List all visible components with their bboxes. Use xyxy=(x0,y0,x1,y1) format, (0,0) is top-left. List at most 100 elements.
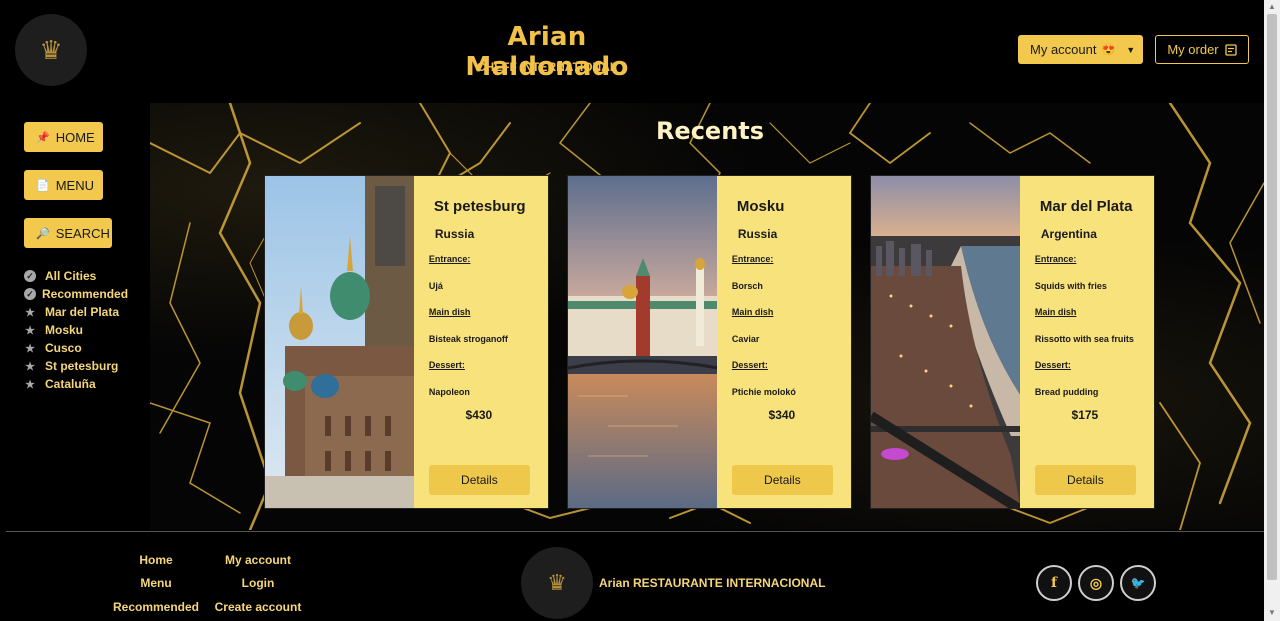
city-filter-label: Mar del Plata xyxy=(45,305,120,319)
dessert-label: Dessert: xyxy=(731,360,768,370)
scrollbar-thumb[interactable] xyxy=(1267,14,1277,580)
card-city-name: Mar del Plata xyxy=(1039,198,1133,215)
recipe-card-info: Mosku Russia Entrance: Borsch Main dish … xyxy=(716,176,851,508)
footer-link-home[interactable]: Home xyxy=(134,553,178,567)
home-button[interactable]: 📌 HOME xyxy=(24,122,103,152)
vertical-scrollbar[interactable]: ▲ ▼ xyxy=(1264,0,1280,621)
site-logo[interactable]: ♛ xyxy=(15,14,87,86)
dessert-value: Ptichie molokó xyxy=(731,387,796,397)
recipe-card-info: Mar del Plata Argentina Entrance: Squids… xyxy=(1019,176,1154,508)
dessert-label: Dessert: xyxy=(1034,360,1071,370)
recents-title: Recents xyxy=(655,117,765,145)
main-dish-label: Main dish xyxy=(731,307,774,317)
city-filter-cusco[interactable]: ★ Cusco xyxy=(24,339,144,357)
entrance-value: Borsch xyxy=(731,281,763,291)
star-icon: ★ xyxy=(25,306,35,319)
star-icon: ★ xyxy=(25,360,35,373)
pushpin-icon: 📌 xyxy=(36,131,50,144)
city-filter-mar-del-plata[interactable]: ★ Mar del Plata xyxy=(24,303,144,321)
city-filter-label: Mosku xyxy=(45,323,84,337)
card-country: Argentina xyxy=(1040,227,1097,241)
details-button[interactable]: Details xyxy=(1034,465,1136,495)
card-price: $175 xyxy=(1071,408,1099,422)
check-circle-icon: ✓ xyxy=(24,288,36,300)
entrance-label: Entrance: xyxy=(731,254,774,264)
footer-link-menu[interactable]: Menu xyxy=(134,576,178,590)
card-price: $430 xyxy=(465,408,493,422)
scroll-down-arrow-icon[interactable]: ▼ xyxy=(1268,608,1276,617)
card-city-name: St petesburg xyxy=(433,198,526,215)
main-dish-value: Rissotto with sea fruits xyxy=(1034,334,1134,344)
my-order-button[interactable]: My order xyxy=(1155,35,1249,64)
dessert-label: Dessert: xyxy=(428,360,465,370)
star-icon: ★ xyxy=(25,378,35,391)
city-filter-label: St petesburg xyxy=(45,359,119,373)
heart-eyes-emoji-icon: 😍 xyxy=(1101,44,1116,56)
chef-logo-icon: ♛ xyxy=(547,570,567,595)
city-filter-label: All Cities xyxy=(45,269,97,283)
search-button[interactable]: 🔎 SEARCH xyxy=(24,218,112,248)
menu-button[interactable]: 📄 MENU xyxy=(24,170,103,200)
city-filter-label: Cusco xyxy=(45,341,82,355)
my-account-label: My account xyxy=(1030,42,1097,57)
my-order-label: My order xyxy=(1167,42,1219,57)
footer-brand-name: Arian RESTAURANTE INTERNACIONAL xyxy=(599,576,826,590)
twitter-button[interactable]: 🐦 xyxy=(1120,565,1156,601)
my-account-button[interactable]: My account 😍 ▼ xyxy=(1018,35,1143,64)
card-city-name: Mosku xyxy=(736,198,785,215)
footer-link-login[interactable]: Login xyxy=(236,576,280,590)
recipe-card-info: St petesburg Russia Entrance: Ujá Main d… xyxy=(413,176,548,508)
footer-link-create-account[interactable]: Create account xyxy=(213,600,303,614)
mosku-photo xyxy=(568,176,717,508)
mar-del-plata-photo xyxy=(871,176,1020,508)
check-circle-icon: ✓ xyxy=(24,270,36,282)
main-dish-label: Main dish xyxy=(428,307,471,317)
footer-link-my-account[interactable]: My account xyxy=(220,553,296,567)
details-button[interactable]: Details xyxy=(731,465,833,495)
brand-subtitle: CHEFF INTERNATIONAL xyxy=(476,60,618,74)
city-filter-list: ✓ All Cities ✓ Recommended ★ Mar del Pla… xyxy=(24,267,144,393)
chevron-down-icon: ▼ xyxy=(1126,44,1136,55)
instagram-icon: ◎ xyxy=(1089,574,1103,591)
main-dish-value: Bisteak stroganoff xyxy=(428,334,508,344)
menu-label: MENU xyxy=(55,177,94,193)
facebook-icon: f xyxy=(1050,575,1058,591)
entrance-value: Ujá xyxy=(428,281,443,291)
recipe-card-st-petesburg: St petesburg Russia Entrance: Ujá Main d… xyxy=(264,175,549,509)
recents-section: Recents St petesburg Russia Entrance: Uj… xyxy=(150,103,1264,530)
search-icon: 🔎 xyxy=(36,227,50,240)
home-label: HOME xyxy=(55,129,95,145)
city-filter-label: Cataluña xyxy=(45,377,96,391)
city-filter-cataluna[interactable]: ★ Cataluña xyxy=(24,375,144,393)
facebook-button[interactable]: f xyxy=(1036,565,1072,601)
star-icon: ★ xyxy=(25,324,35,337)
card-country: Russia xyxy=(737,227,778,241)
details-button[interactable]: Details xyxy=(428,465,530,495)
main-dish-value: Caviar xyxy=(731,334,760,344)
twitter-icon: 🐦 xyxy=(1130,576,1146,590)
st-petesburg-photo xyxy=(265,176,414,508)
city-filter-st-petesburg[interactable]: ★ St petesburg xyxy=(24,357,144,375)
page-icon: 📄 xyxy=(36,179,50,192)
dessert-value: Napoleon xyxy=(428,387,470,397)
city-filter-label: Recommended xyxy=(42,287,129,301)
city-filter-all-cities[interactable]: ✓ All Cities xyxy=(24,267,144,285)
dessert-value: Bread pudding xyxy=(1034,387,1099,397)
recipe-card-mosku: Mosku Russia Entrance: Borsch Main dish … xyxy=(567,175,852,509)
entrance-label: Entrance: xyxy=(428,254,471,264)
footer-link-recommended[interactable]: Recommended xyxy=(110,600,202,614)
entrance-label: Entrance: xyxy=(1034,254,1077,264)
star-icon: ★ xyxy=(25,342,35,355)
instagram-button[interactable]: ◎ xyxy=(1078,565,1114,601)
main-dish-label: Main dish xyxy=(1034,307,1077,317)
scroll-up-arrow-icon[interactable]: ▲ xyxy=(1268,2,1276,11)
footer: Home Menu Recommended My account Login C… xyxy=(6,531,1264,621)
header: ♛ Arian Maldonado CHEFF INTERNATIONAL My… xyxy=(0,0,1264,100)
entrance-value: Squids with fries xyxy=(1034,281,1107,291)
receipt-icon xyxy=(1224,43,1237,56)
search-label: SEARCH xyxy=(55,225,110,241)
footer-logo: ♛ xyxy=(521,547,593,619)
city-filter-mosku[interactable]: ★ Mosku xyxy=(24,321,144,339)
city-filter-recommended[interactable]: ✓ Recommended xyxy=(24,285,144,303)
recipe-card-mar-del-plata: Mar del Plata Argentina Entrance: Squids… xyxy=(870,175,1155,509)
